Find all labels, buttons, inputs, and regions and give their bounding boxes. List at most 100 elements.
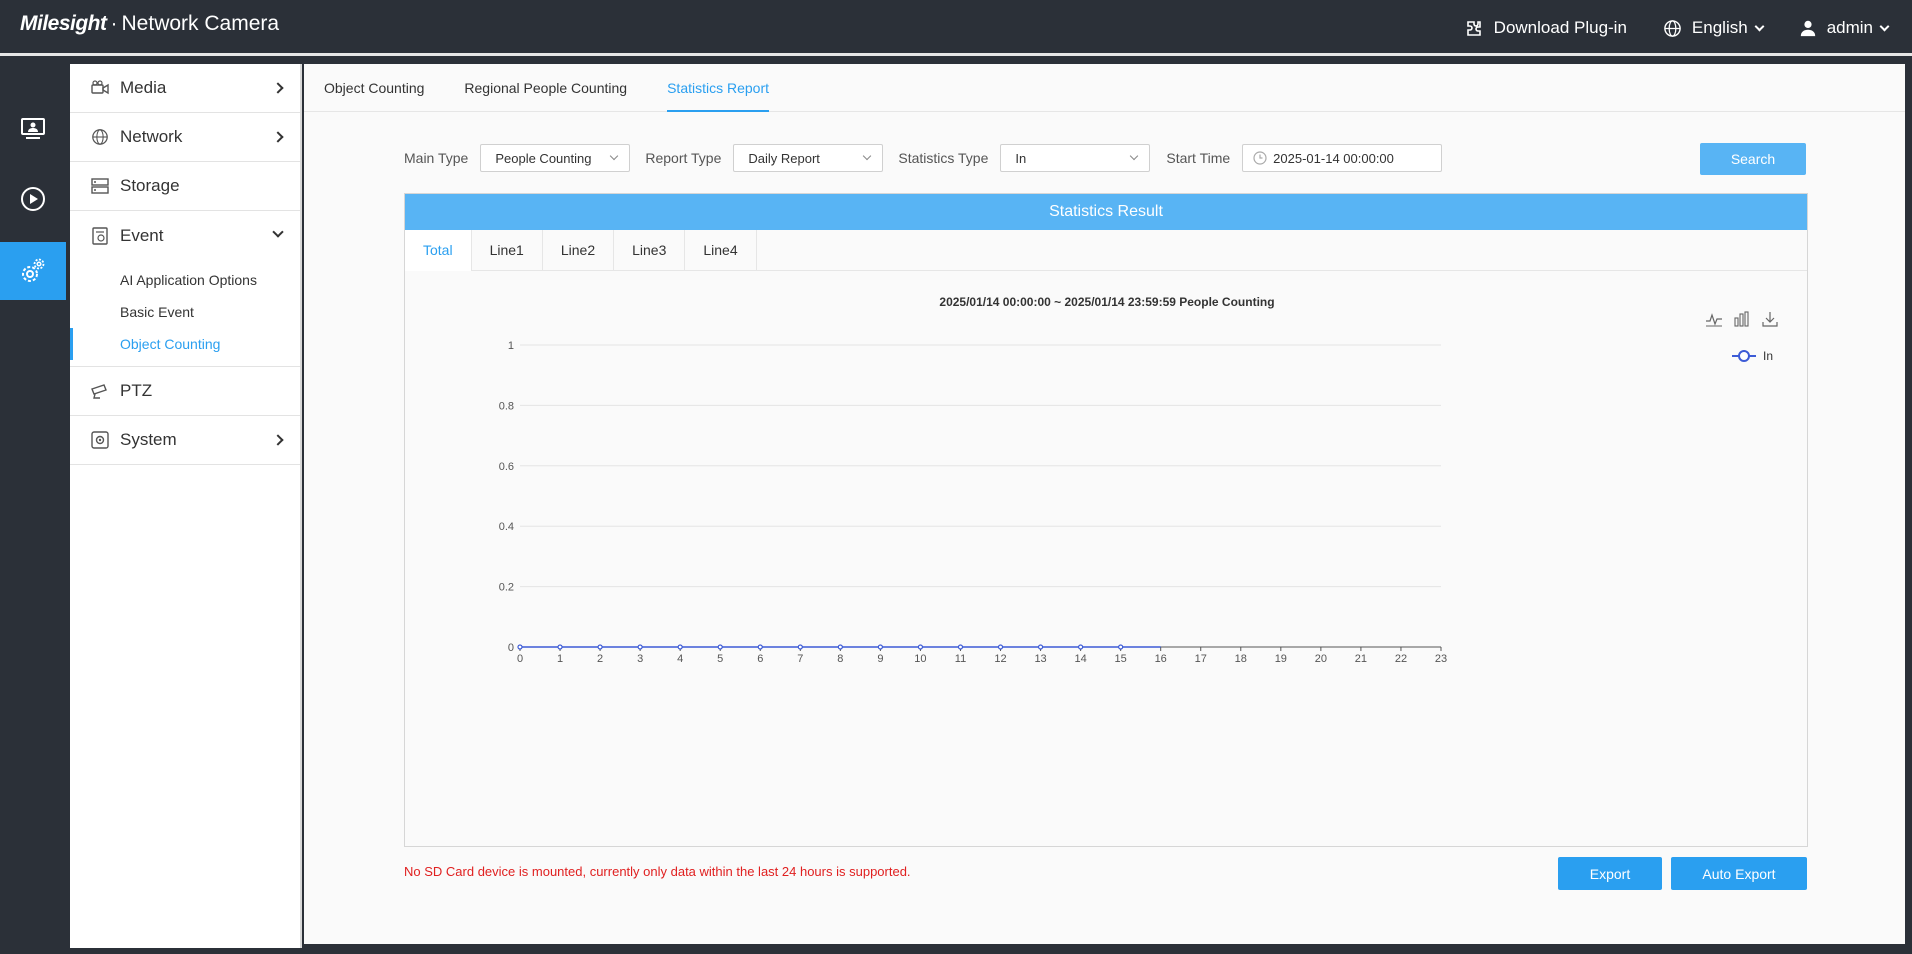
x-tick-label: 2 [597,653,603,665]
tab-object-counting[interactable]: Object Counting [324,64,424,112]
download-plugin-label: Download Plug-in [1493,18,1627,37]
sub-item-basic-event[interactable]: Basic Event [70,296,300,328]
sub-item-ai-options[interactable]: AI Application Options [70,264,300,296]
main-type-value: People Counting [495,150,592,166]
x-tick-label: 15 [1115,653,1127,665]
data-point [797,644,803,650]
data-point [517,644,523,650]
tab-total[interactable]: Total [405,230,472,271]
clock-icon [1253,151,1267,165]
statistics-type-select[interactable]: In [1000,144,1151,172]
chevron-down-icon [272,226,284,238]
save-image-button[interactable] [1761,311,1779,327]
line-chart-icon [1706,313,1722,327]
x-tick-label: 22 [1395,653,1407,665]
system-icon [90,430,110,450]
chevron-right-icon [272,131,284,143]
sub-item-object-counting[interactable]: Object Counting [70,328,300,360]
menu-item-storage[interactable]: Storage [70,162,300,211]
user-icon [1800,20,1815,37]
export-button[interactable]: Export [1558,857,1662,890]
x-tick-label: 18 [1235,653,1247,665]
menu-item-network[interactable]: Network [70,113,300,162]
chart-title: 2025/01/14 00:00:00 ~ 2025/01/14 23:59:5… [939,295,1275,309]
statistics-result-panel: Statistics Result Total Line1 Line2 Line… [404,193,1808,847]
menu-item-system[interactable]: System [70,416,300,465]
line-chart-toggle[interactable] [1705,311,1723,327]
playback-button[interactable] [0,170,66,228]
settings-menu: Media Network Storage Event AI Applicati… [70,64,302,948]
tab-line2[interactable]: Line2 [543,230,615,271]
start-time-input[interactable]: 2025-01-14 00:00:00 [1242,144,1443,172]
icon-rail [0,59,66,954]
x-tick-label: 21 [1355,653,1367,665]
auto-export-button[interactable]: Auto Export [1671,857,1807,890]
brand-logo: Milesight [20,12,107,35]
data-point [997,644,1004,650]
y-tick-label: 0.6 [499,461,514,473]
menu-item-media[interactable]: Media [70,64,300,113]
top-right-actions: Download Plug-in English admin [1428,0,1890,56]
tab-line1[interactable]: Line1 [472,230,543,271]
menu-item-event[interactable]: Event [70,211,300,260]
tab-statistics-report[interactable]: Statistics Report [667,64,769,112]
top-bar: Milesight · Network Camera Download Plug… [0,0,1912,56]
download-icon [1762,312,1778,327]
report-type-label: Report Type [645,150,722,166]
legend-series-in: In [1762,349,1773,363]
data-point [717,644,723,650]
report-type-select[interactable]: Daily Report [733,144,884,172]
menu-item-label: PTZ [120,381,153,400]
chevron-down-icon [1130,151,1139,161]
statistics-result-title: Statistics Result [405,194,1807,230]
bar-chart-icon [1734,311,1749,327]
x-tick-label: 7 [797,653,803,665]
main-panel: Object Counting Regional People Counting… [304,64,1905,944]
y-tick-label: 0 [508,642,514,654]
data-point [917,644,924,650]
chevron-right-icon [272,82,284,94]
live-view-button[interactable] [0,100,66,158]
settings-button[interactable] [0,242,66,300]
menu-item-label: Network [120,127,183,146]
x-tick-label: 14 [1074,653,1086,665]
sd-card-notice: No SD Card device is mounted, currently … [404,864,911,879]
x-tick-label: 1 [557,653,563,665]
event-icon [90,226,110,246]
x-tick-label: 5 [717,653,723,665]
plugin-icon [1466,21,1481,36]
brand-separator: · [110,12,118,35]
menu-item-ptz[interactable]: PTZ [70,367,300,416]
data-point [677,644,683,650]
download-plugin-button[interactable]: Download Plug-in [1464,18,1627,38]
x-tick-label: 23 [1435,653,1447,665]
x-tick-label: 0 [517,653,523,665]
chevron-down-icon [863,151,872,161]
tab-line4[interactable]: Line4 [685,230,757,271]
bar-chart-toggle[interactable] [1733,311,1751,327]
tab-line3[interactable]: Line3 [614,230,686,271]
statistics-type-label: Statistics Type [898,150,989,166]
main-type-select[interactable]: People Counting [480,144,631,172]
legend-line-marker-icon [1731,350,1756,362]
search-button[interactable]: Search [1700,143,1806,175]
language-selector[interactable]: English [1663,18,1765,38]
data-point [1078,644,1084,650]
x-tick-label: 3 [637,653,643,665]
report-type-value: Daily Report [748,150,820,166]
x-tick-label: 9 [877,653,883,665]
globe-icon [1664,19,1681,37]
menu-item-label: Storage [120,176,180,195]
data-point [637,644,643,650]
chevron-right-icon [272,434,284,446]
statistics-type-value: In [1015,150,1027,166]
data-point [597,644,603,650]
x-tick-label: 8 [837,653,843,665]
start-time-label: Start Time [1166,150,1231,166]
tab-regional-people-counting[interactable]: Regional People Counting [464,64,627,112]
data-point [957,644,964,650]
ptz-camera-icon [90,381,110,401]
x-tick-label: 20 [1315,653,1327,665]
user-menu[interactable]: admin [1799,18,1890,38]
chart-legend[interactable]: In [1731,349,1773,363]
